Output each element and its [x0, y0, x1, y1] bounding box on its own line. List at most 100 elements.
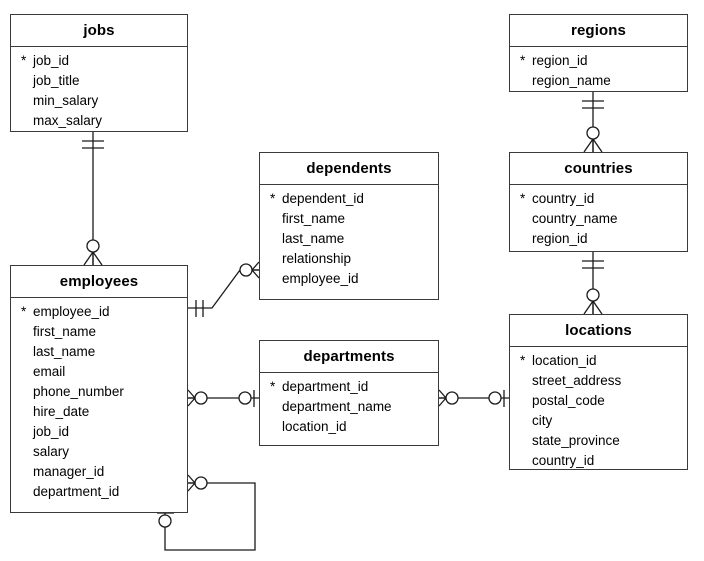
relationship-employees-departments	[187, 389, 259, 407]
entity-departments-title: departments	[260, 341, 438, 373]
attribute-name: region_id	[532, 53, 588, 68]
attribute-row: * location_id	[510, 351, 687, 371]
attribute-name: department_id	[33, 484, 120, 499]
attribute-name: job_id	[33, 53, 70, 68]
attribute-row: location_id	[260, 417, 438, 437]
attribute-name: first_name	[282, 211, 346, 226]
attribute-row: job_id	[11, 422, 187, 442]
entity-jobs[interactable]: jobs * job_id job_title min_salary max_s…	[10, 14, 188, 132]
attribute-name: last_name	[282, 231, 345, 246]
attribute-row: department_name	[260, 397, 438, 417]
entity-jobs-title: jobs	[11, 15, 187, 47]
attribute-name: street_address	[532, 373, 622, 388]
attribute-row: first_name	[11, 322, 187, 342]
attribute-row: street_address	[510, 371, 687, 391]
entity-locations-attributes: * location_id street_address postal_code…	[510, 347, 687, 477]
attribute-name: country_name	[532, 211, 618, 226]
relationship-departments-locations	[438, 389, 509, 407]
attribute-name: min_salary	[33, 93, 99, 108]
attribute-row: * job_id	[11, 51, 187, 71]
attribute-row: email	[11, 362, 187, 382]
entity-regions-title: regions	[510, 15, 687, 47]
er-diagram-canvas: jobs * job_id job_title min_salary max_s…	[0, 0, 704, 561]
entity-employees[interactable]: employees * employee_id first_name last_…	[10, 265, 188, 513]
attribute-row: region_name	[510, 71, 687, 91]
entity-departments-attributes: * department_id department_name location…	[260, 373, 438, 443]
attribute-name: dependent_id	[282, 191, 364, 206]
attribute-name: manager_id	[33, 464, 105, 479]
entity-regions[interactable]: regions * region_id region_name	[509, 14, 688, 92]
attribute-name: hire_date	[33, 404, 90, 419]
attribute-name: location_id	[532, 353, 597, 368]
attribute-row: hire_date	[11, 402, 187, 422]
attribute-name: department_id	[282, 379, 369, 394]
relationship-countries-locations	[582, 252, 604, 315]
entity-countries[interactable]: countries * country_id country_name regi…	[509, 152, 688, 252]
attribute-row: relationship	[260, 249, 438, 269]
attribute-name: first_name	[33, 324, 97, 339]
attribute-row: last_name	[11, 342, 187, 362]
attribute-row: min_salary	[11, 91, 187, 111]
primary-key-marker: *	[520, 353, 526, 368]
attribute-name: region_id	[532, 231, 588, 246]
attribute-name: state_province	[532, 433, 620, 448]
attribute-row: first_name	[260, 209, 438, 229]
entity-jobs-attributes: * job_id job_title min_salary max_salary	[11, 47, 187, 137]
entity-locations-title: locations	[510, 315, 687, 347]
attribute-name: last_name	[33, 344, 96, 359]
attribute-row: * dependent_id	[260, 189, 438, 209]
attribute-name: relationship	[282, 251, 352, 266]
primary-key-marker: *	[270, 379, 276, 394]
attribute-row: manager_id	[11, 462, 187, 482]
attribute-row: state_province	[510, 431, 687, 451]
relationship-jobs-employees	[82, 132, 104, 266]
entity-countries-title: countries	[510, 153, 687, 185]
attribute-name: location_id	[282, 419, 347, 434]
attribute-name: job_id	[33, 424, 70, 439]
attribute-row: * employee_id	[11, 302, 187, 322]
attribute-row: max_salary	[11, 111, 187, 131]
entity-dependents-title: dependents	[260, 153, 438, 185]
relationship-regions-countries	[582, 92, 604, 153]
attribute-name: salary	[33, 444, 70, 459]
attribute-row: salary	[11, 442, 187, 462]
relationship-employees-dependents	[188, 261, 260, 317]
attribute-name: city	[532, 413, 553, 428]
entity-employees-title: employees	[11, 266, 187, 298]
entity-locations[interactable]: locations * location_id street_address p…	[509, 314, 688, 470]
attribute-row: employee_id	[260, 269, 438, 289]
attribute-row: country_name	[510, 209, 687, 229]
attribute-name: email	[33, 364, 66, 379]
primary-key-marker: *	[270, 191, 276, 206]
entity-regions-attributes: * region_id region_name	[510, 47, 687, 97]
attribute-name: country_id	[532, 191, 595, 206]
attribute-row: department_id	[11, 482, 187, 502]
attribute-name: region_name	[532, 73, 611, 88]
attribute-name: postal_code	[532, 393, 605, 408]
attribute-name: phone_number	[33, 384, 124, 399]
attribute-name: country_id	[532, 453, 595, 468]
entity-employees-attributes: * employee_id first_name last_name email…	[11, 298, 187, 508]
attribute-row: * department_id	[260, 377, 438, 397]
entity-dependents[interactable]: dependents * dependent_id first_name las…	[259, 152, 439, 300]
primary-key-marker: *	[520, 53, 526, 68]
attribute-name: employee_id	[33, 304, 110, 319]
attribute-row: postal_code	[510, 391, 687, 411]
entity-dependents-attributes: * dependent_id first_name last_name rela…	[260, 185, 438, 295]
entity-departments[interactable]: departments * department_id department_n…	[259, 340, 439, 446]
attribute-name: job_title	[33, 73, 80, 88]
entity-countries-attributes: * country_id country_name region_id	[510, 185, 687, 255]
attribute-row: phone_number	[11, 382, 187, 402]
attribute-row: job_title	[11, 71, 187, 91]
attribute-row: country_id	[510, 451, 687, 471]
attribute-row: last_name	[260, 229, 438, 249]
primary-key-marker: *	[520, 191, 526, 206]
attribute-name: department_name	[282, 399, 392, 414]
attribute-row: * region_id	[510, 51, 687, 71]
primary-key-marker: *	[21, 304, 27, 319]
attribute-row: city	[510, 411, 687, 431]
attribute-row: * country_id	[510, 189, 687, 209]
primary-key-marker: *	[21, 53, 27, 68]
attribute-row: region_id	[510, 229, 687, 249]
attribute-name: employee_id	[282, 271, 359, 286]
